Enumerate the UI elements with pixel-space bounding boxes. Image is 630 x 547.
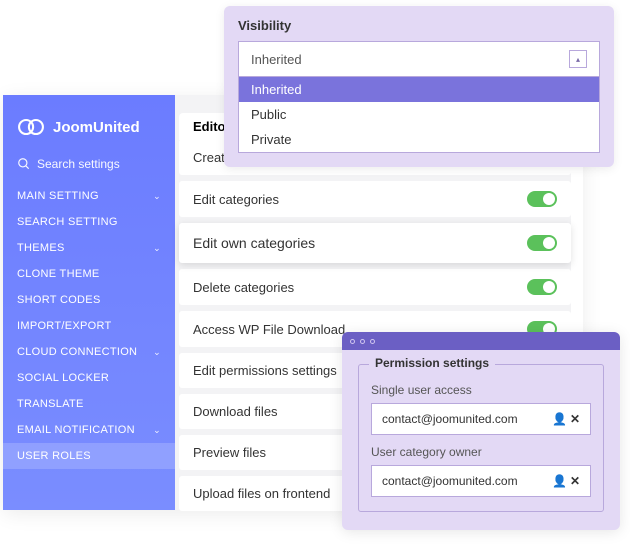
toggle-switch[interactable] xyxy=(527,279,557,295)
sidebar-item-social-locker[interactable]: SOCIAL LOCKER xyxy=(3,365,175,391)
chevron-down-icon: ⌄ xyxy=(153,347,161,358)
permission-fieldset: Permission settings Single user access c… xyxy=(358,364,604,512)
sidebar-item-short-codes[interactable]: SHORT CODES xyxy=(3,287,175,313)
panel-titlebar xyxy=(342,332,620,350)
permission-row[interactable]: Edit own categories xyxy=(179,223,571,263)
titlebar-dot xyxy=(350,339,355,344)
single-user-value: contact@joomunited.com xyxy=(382,412,518,426)
visibility-panel: Visibility Inherited ▴ InheritedPublicPr… xyxy=(224,6,614,167)
clear-icon[interactable]: ✕ xyxy=(570,474,580,488)
sidebar-item-label: THEMES xyxy=(17,242,65,254)
permission-label: Access WP File Download xyxy=(193,322,345,337)
chevron-down-icon: ⌄ xyxy=(153,425,161,436)
input-actions: 👤 ✕ xyxy=(552,474,580,488)
sidebar-item-label: TRANSLATE xyxy=(17,398,84,410)
permission-label: Download files xyxy=(193,404,278,419)
brand-name: JoomUnited xyxy=(53,119,140,136)
sidebar-item-user-roles[interactable]: USER ROLES xyxy=(3,443,175,469)
fieldset-legend: Permission settings xyxy=(369,356,495,370)
visibility-options: InheritedPublicPrivate xyxy=(238,76,600,153)
permission-label: Edit own categories xyxy=(193,235,315,251)
permission-label: Edit permissions settings xyxy=(193,363,337,378)
sidebar-item-main-setting[interactable]: MAIN SETTING ⌄ xyxy=(3,183,175,209)
sidebar-item-label: IMPORT/EXPORT xyxy=(17,320,112,332)
nav-list: MAIN SETTING ⌄ SEARCH SETTING THEMES ⌄ CLONE … xyxy=(3,183,175,469)
user-icon[interactable]: 👤 xyxy=(552,412,567,426)
permission-row[interactable]: Edit categories xyxy=(179,181,571,217)
chevron-down-icon: ⌄ xyxy=(153,243,161,254)
single-user-input[interactable]: contact@joomunited.com 👤 ✕ xyxy=(371,403,591,435)
toggle-switch[interactable] xyxy=(527,191,557,207)
owner-label: User category owner xyxy=(371,445,591,459)
sidebar: JoomUnited Search settings MAIN SETTING ⌄… xyxy=(3,95,175,510)
sidebar-item-translate[interactable]: TRANSLATE xyxy=(3,391,175,417)
panel-body: Permission settings Single user access c… xyxy=(342,350,620,530)
permission-settings-panel: Permission settings Single user access c… xyxy=(342,332,620,530)
sidebar-item-import-export[interactable]: IMPORT/EXPORT xyxy=(3,313,175,339)
permission-label: Edit categories xyxy=(193,192,279,207)
clear-icon[interactable]: ✕ xyxy=(570,412,580,426)
sidebar-item-search-setting[interactable]: SEARCH SETTING xyxy=(3,209,175,235)
permission-label: Preview files xyxy=(193,445,266,460)
permission-label: Upload files on frontend xyxy=(193,486,330,501)
toggle-switch[interactable] xyxy=(527,235,557,251)
titlebar-dot xyxy=(360,339,365,344)
permission-row[interactable]: Delete categories xyxy=(179,269,571,305)
visibility-title: Visibility xyxy=(238,18,600,33)
sidebar-item-label: CLOUD CONNECTION xyxy=(17,346,137,358)
owner-input[interactable]: contact@joomunited.com 👤 ✕ xyxy=(371,465,591,497)
input-actions: 👤 ✕ xyxy=(552,412,580,426)
logo-icon xyxy=(17,113,45,141)
visibility-option[interactable]: Private xyxy=(239,127,599,152)
search-placeholder: Search settings xyxy=(37,157,120,171)
sidebar-item-label: MAIN SETTING xyxy=(17,190,99,202)
sidebar-item-cloud-connection[interactable]: CLOUD CONNECTION ⌄ xyxy=(3,339,175,365)
visibility-selected-value: Inherited xyxy=(251,52,302,67)
permission-label: Delete categories xyxy=(193,280,294,295)
chevron-down-icon: ⌄ xyxy=(153,191,161,202)
brand-logo: JoomUnited xyxy=(3,105,175,153)
visibility-dropdown[interactable]: Inherited ▴ xyxy=(238,41,600,76)
sidebar-item-label: SOCIAL LOCKER xyxy=(17,372,109,384)
sidebar-item-clone-theme[interactable]: CLONE THEME xyxy=(3,261,175,287)
user-icon[interactable]: 👤 xyxy=(552,474,567,488)
titlebar-dot xyxy=(370,339,375,344)
search-settings[interactable]: Search settings xyxy=(3,153,175,183)
single-user-label: Single user access xyxy=(371,383,591,397)
sidebar-item-label: SHORT CODES xyxy=(17,294,101,306)
owner-value: contact@joomunited.com xyxy=(382,474,518,488)
sidebar-item-label: CLONE THEME xyxy=(17,268,100,280)
sidebar-item-email-notification[interactable]: EMAIL NOTIFICATION ⌄ xyxy=(3,417,175,443)
sidebar-item-label: EMAIL NOTIFICATION xyxy=(17,424,135,436)
search-icon xyxy=(17,157,31,171)
sidebar-item-label: USER ROLES xyxy=(17,450,91,462)
sidebar-item-themes[interactable]: THEMES ⌄ xyxy=(3,235,175,261)
visibility-option[interactable]: Public xyxy=(239,102,599,127)
sidebar-item-label: SEARCH SETTING xyxy=(17,216,118,228)
visibility-option[interactable]: Inherited xyxy=(239,77,599,102)
caret-up-icon: ▴ xyxy=(569,50,587,68)
